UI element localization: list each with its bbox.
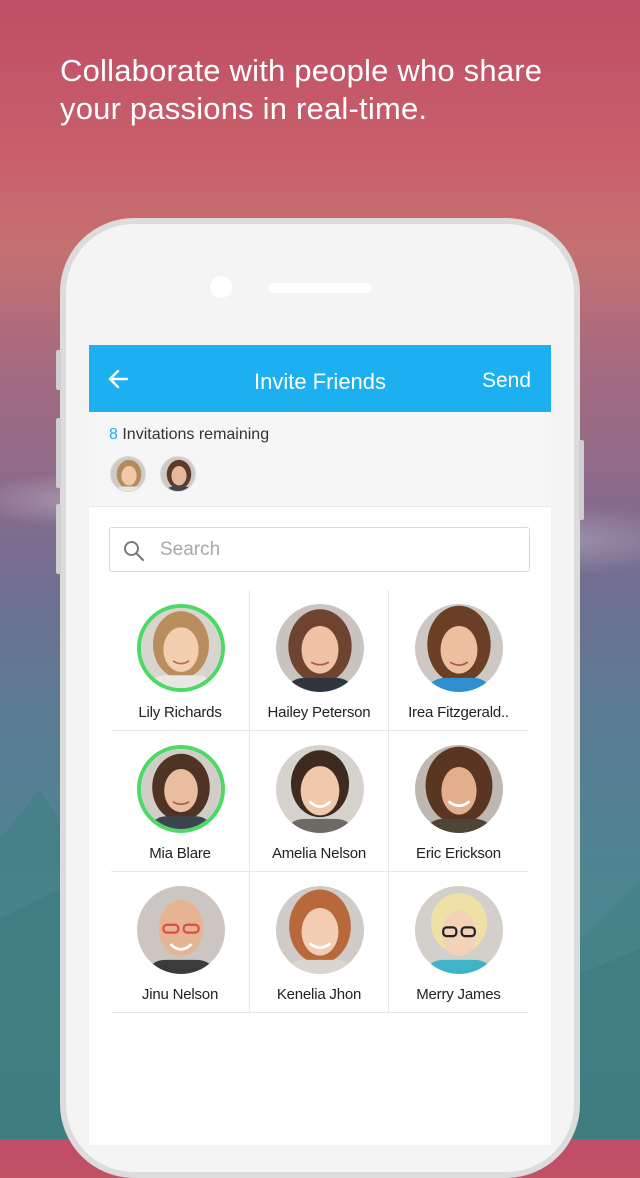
- avatar: [137, 886, 225, 974]
- avatar: [415, 886, 503, 974]
- avatar-photo: [415, 745, 503, 833]
- avatar-photo: [276, 745, 364, 833]
- back-button[interactable]: [105, 365, 133, 393]
- search-box[interactable]: [109, 527, 530, 572]
- contact-card[interactable]: Lily Richards: [111, 590, 250, 731]
- avatar: [415, 745, 503, 833]
- contact-card[interactable]: Mia Blare: [111, 731, 250, 872]
- avatar: [137, 604, 225, 692]
- contact-name: Irea Fitzgerald..: [408, 704, 509, 721]
- search-input[interactable]: [158, 534, 512, 566]
- contact-card[interactable]: Jinu Nelson: [111, 872, 250, 1013]
- phone-power-button: [579, 440, 584, 520]
- avatar: [276, 745, 364, 833]
- contact-name: Lily Richards: [138, 704, 222, 721]
- phone-speaker: [268, 283, 372, 293]
- avatar-photo: [111, 457, 145, 491]
- avatar-photo: [276, 886, 364, 974]
- invitations-count: 8: [109, 426, 118, 443]
- avatar: [276, 886, 364, 974]
- contact-name: Kenelia Jhon: [276, 986, 362, 1003]
- contact-card[interactable]: Eric Erickson: [389, 731, 528, 872]
- avatar-photo: [141, 749, 221, 829]
- contact-card[interactable]: Amelia Nelson: [250, 731, 389, 872]
- phone-side-button: [56, 350, 61, 390]
- phone-volume-up: [56, 418, 61, 488]
- headline: Collaborate with people who share your p…: [60, 53, 543, 126]
- selected-avatars: [110, 456, 196, 492]
- contact-card[interactable]: Merry James: [389, 872, 528, 1013]
- avatar-photo: [415, 886, 503, 974]
- avatar-photo: [276, 604, 364, 692]
- invitations-panel: 8 Invitations remaining: [89, 412, 551, 507]
- contact-card[interactable]: Kenelia Jhon: [250, 872, 389, 1013]
- selected-avatar[interactable]: [110, 456, 146, 492]
- arrow-left-icon: [108, 369, 129, 389]
- contact-card[interactable]: Hailey Peterson: [250, 590, 389, 731]
- app-screen: Invite Friends Send 8 Invitations remain…: [89, 345, 551, 1145]
- contacts-grid: Lily Richards Hailey Peterson Irea Fitzg…: [111, 590, 529, 1013]
- avatar-photo: [141, 608, 221, 688]
- selected-avatar[interactable]: [160, 456, 196, 492]
- contact-name: Amelia Nelson: [271, 845, 367, 862]
- avatar: [415, 604, 503, 692]
- contact-name: Hailey Peterson: [267, 704, 371, 721]
- invitations-remaining: 8 Invitations remaining: [109, 426, 269, 444]
- search-icon: [124, 541, 145, 562]
- send-button[interactable]: Send: [482, 369, 531, 393]
- contact-card[interactable]: Irea Fitzgerald..: [389, 590, 528, 731]
- contact-name: Merry James: [416, 986, 501, 1003]
- invitations-label: Invitations remaining: [117, 426, 270, 443]
- avatar-photo: [161, 457, 195, 491]
- contact-name: Jinu Nelson: [141, 986, 219, 1003]
- avatar: [276, 604, 364, 692]
- avatar: [137, 745, 225, 833]
- app-bar: Invite Friends Send: [89, 345, 551, 412]
- phone-volume-down: [56, 504, 61, 574]
- phone-camera: [210, 276, 232, 298]
- avatar-photo: [415, 604, 503, 692]
- contact-name: Eric Erickson: [416, 845, 501, 862]
- avatar-photo: [137, 886, 225, 974]
- contact-name: Mia Blare: [149, 845, 211, 862]
